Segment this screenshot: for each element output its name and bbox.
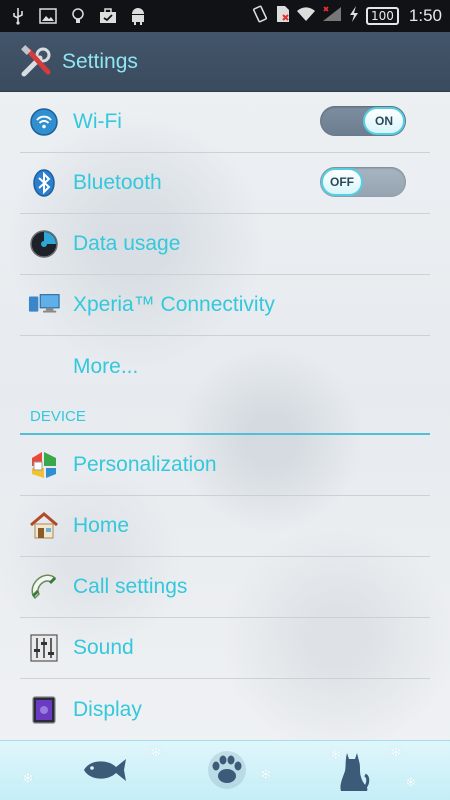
settings-item-label: Xperia™ Connectivity <box>73 293 275 316</box>
settings-item-call-settings[interactable]: Call settings <box>20 557 430 618</box>
settings-item-home[interactable]: Home <box>20 496 430 557</box>
snowflake-icon: ❄ <box>405 775 417 791</box>
snowflake-icon: ❄ <box>150 745 162 761</box>
fish-icon <box>80 755 130 789</box>
settings-item-sound[interactable]: Sound <box>20 618 430 679</box>
settings-item-label: Wi-Fi <box>73 110 122 133</box>
settings-item-label: Data usage <box>73 232 181 255</box>
display-icon <box>28 694 60 726</box>
equalizer-icon <box>28 632 60 664</box>
bluetooth-toggle[interactable]: OFF <box>320 167 406 197</box>
personalization-icon <box>28 449 60 481</box>
dock-cat-button[interactable] <box>328 747 378 797</box>
theme-dock: ❄ ❄ ❄ ❄ ❄ ❄ <box>0 740 450 800</box>
settings-item-personalization[interactable]: Personalization <box>20 435 430 496</box>
settings-item-more[interactable]: More... <box>20 336 430 397</box>
section-header-label: DEVICE <box>30 408 86 425</box>
phone-icon <box>28 571 60 603</box>
status-bar: 100 1:50 <box>0 0 450 32</box>
image-icon <box>38 7 58 25</box>
clock: 1:50 <box>408 6 442 25</box>
dock-paw-button[interactable] <box>202 747 252 797</box>
settings-list: Wi-Fi ON Bluetooth OFF Data usage Xperia… <box>0 92 450 740</box>
battery-level: 100 <box>366 7 399 25</box>
home-icon <box>28 510 60 542</box>
settings-tools-icon[interactable] <box>18 44 54 80</box>
paw-icon <box>207 750 247 794</box>
settings-item-label: Bluetooth <box>73 171 162 194</box>
android-icon <box>128 7 148 25</box>
settings-item-label: Sound <box>73 636 134 659</box>
settings-item-data-usage[interactable]: Data usage <box>20 214 430 275</box>
data-usage-icon <box>28 228 60 260</box>
settings-item-label: Home <box>73 514 130 537</box>
snowflake-icon: ❄ <box>22 771 34 787</box>
settings-item-label: Call settings <box>73 575 188 598</box>
charging-icon <box>348 5 360 27</box>
page-title: Settings <box>62 49 138 73</box>
cat-icon <box>335 747 371 797</box>
lightbulb-icon <box>68 7 88 25</box>
connectivity-icon <box>28 289 60 321</box>
bluetooth-icon <box>28 167 60 199</box>
settings-item-label: More... <box>73 354 139 378</box>
sim-icon <box>276 5 290 27</box>
wifi-icon <box>296 6 316 26</box>
briefcase-icon <box>98 7 118 25</box>
dock-fish-button[interactable] <box>80 747 130 797</box>
toggle-state: ON <box>363 107 405 135</box>
wifi-icon <box>28 106 60 138</box>
vibrate-icon <box>250 5 270 27</box>
snowflake-icon: ❄ <box>260 767 272 783</box>
settings-item-display[interactable]: Display <box>20 679 430 740</box>
settings-item-wifi[interactable]: Wi-Fi ON <box>20 92 430 153</box>
snowflake-icon: ❄ <box>390 745 402 761</box>
toggle-state: OFF <box>321 168 363 196</box>
section-header-device: DEVICE <box>20 397 430 435</box>
settings-item-xperia-connectivity[interactable]: Xperia™ Connectivity <box>20 275 430 336</box>
settings-item-label: Personalization <box>73 453 217 476</box>
settings-item-bluetooth[interactable]: Bluetooth OFF <box>20 153 430 214</box>
action-bar: Settings <box>0 32 450 92</box>
usb-icon <box>8 7 28 25</box>
wifi-toggle[interactable]: ON <box>320 106 406 136</box>
signal-icon <box>322 6 342 26</box>
settings-item-label: Display <box>73 697 142 721</box>
